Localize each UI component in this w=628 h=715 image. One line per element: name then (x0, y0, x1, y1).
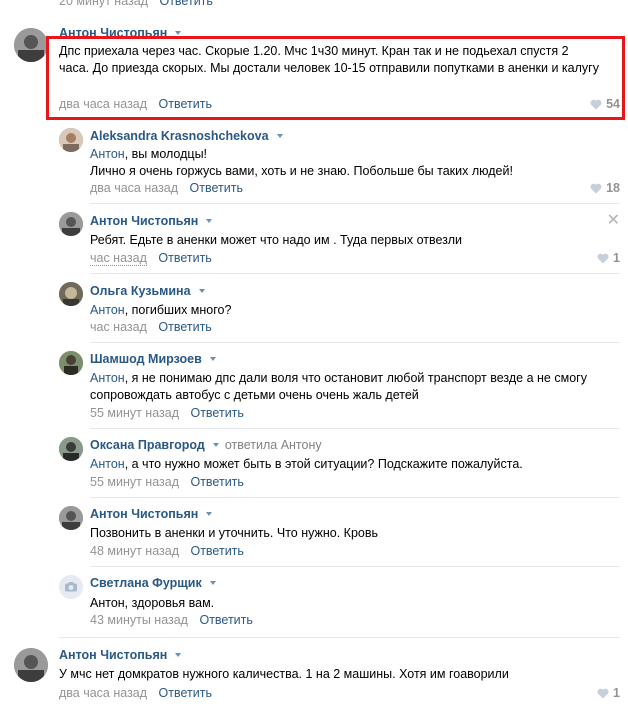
heart-icon (597, 688, 609, 699)
avatar[interactable] (59, 212, 83, 236)
divider (90, 273, 620, 274)
avatar[interactable] (59, 506, 83, 530)
reply-link[interactable]: Ответить (190, 406, 243, 420)
comment-meta: 48 минут назад Ответить (90, 544, 244, 558)
reply-link[interactable]: Ответить (190, 475, 243, 489)
reply-link[interactable]: Ответить (159, 0, 212, 8)
comment-text: Антон, вы молодцы! Лично я очень горжусь… (90, 147, 513, 178)
chevron-down-icon[interactable] (209, 580, 216, 585)
reply-link[interactable]: Ответить (159, 686, 212, 700)
camera-icon (59, 575, 83, 599)
comment-meta: час назад Ответить (90, 320, 212, 334)
divider (90, 566, 620, 567)
comment-time: два часа назад (59, 686, 148, 700)
comment-author[interactable]: Шамшод Мирзоев (90, 352, 216, 366)
highlight-box (46, 36, 625, 120)
comment-author[interactable]: Ольга Кузьмина (90, 284, 205, 298)
avatar[interactable] (59, 282, 83, 306)
chevron-down-icon[interactable] (206, 511, 213, 516)
chevron-down-icon[interactable] (175, 30, 182, 35)
comment-time: 20 минут назад (59, 0, 148, 8)
previous-comment-meta: 20 минут назад Ответить (59, 0, 213, 8)
addressee-link[interactable]: Антон (90, 303, 125, 317)
comment-author[interactable]: Антон Чистопьян (90, 507, 213, 521)
like-count: 1 (613, 686, 620, 700)
reply-link[interactable]: Ответить (158, 251, 211, 265)
comment-time: 43 минуты назад (90, 613, 188, 627)
like-count: 18 (606, 181, 620, 195)
like-count: 1 (613, 251, 620, 265)
heart-icon (597, 253, 609, 264)
comment-author[interactable]: Светлана Фурщик (90, 576, 216, 590)
divider (90, 428, 620, 429)
comment-author[interactable]: Антон Чистопьян (59, 648, 182, 662)
addressee-link[interactable]: Антон (90, 457, 125, 471)
reply-link[interactable]: Ответить (190, 181, 243, 195)
comment-time: два часа назад (90, 181, 179, 195)
chevron-down-icon[interactable] (212, 442, 219, 447)
chevron-down-icon[interactable] (276, 133, 283, 138)
comment-time: 55 минут назад (90, 406, 179, 420)
addressee-link[interactable]: Антон (90, 147, 125, 161)
like-button[interactable]: 1 (597, 251, 620, 265)
comment-time: 48 минут назад (90, 544, 179, 558)
avatar[interactable] (59, 575, 83, 599)
comment-time: час назад (90, 320, 147, 334)
comment-meta: 55 минут назад Ответить (90, 475, 244, 489)
divider (90, 203, 620, 204)
comment-time: 55 минут назад (90, 475, 179, 489)
chevron-down-icon[interactable] (209, 356, 216, 361)
comment-author[interactable]: Антон Чистопьян (90, 214, 213, 228)
comment-meta: два часа назад Ответить (59, 686, 212, 700)
reply-link[interactable]: Ответить (158, 320, 211, 334)
comment-text: Антон, погибших много? (90, 303, 232, 317)
comment-text: Антон, здоровья вам. (90, 596, 215, 610)
comment-text: Антон, я не понимаю дпс дали воля что ос… (90, 371, 587, 402)
avatar[interactable] (59, 351, 83, 375)
addressee-link[interactable]: Антон (90, 371, 125, 385)
avatar[interactable] (59, 437, 83, 461)
like-button[interactable]: 18 (590, 181, 620, 195)
reply-link[interactable]: Ответить (199, 613, 252, 627)
comment-text: Ребят. Едьте в аненки может что надо им … (90, 233, 463, 247)
comment-text: Антон, а что нужно может быть в этой сит… (90, 457, 523, 471)
comment-author[interactable]: Оксана Правгород ответила Антону (90, 438, 322, 452)
like-button[interactable]: 1 (597, 686, 620, 700)
divider (90, 497, 620, 498)
avatar[interactable] (59, 128, 83, 152)
comment-author[interactable]: Aleksandra Krasnoshchekova (90, 129, 283, 143)
avatar[interactable] (14, 648, 48, 682)
comment-meta: два часа назад Ответить (90, 181, 243, 195)
reply-link[interactable]: Ответить (190, 544, 243, 558)
heart-icon (590, 183, 602, 194)
divider (90, 342, 620, 343)
comment-text: У мчс нет домкратов нужного каличества. … (59, 667, 509, 681)
close-icon[interactable]: ✕ (607, 213, 620, 229)
comment-text: Позвонить в аненки и уточнить. Что нужно… (90, 526, 379, 540)
chevron-down-icon[interactable] (175, 652, 182, 657)
comment-time: час назад (90, 251, 147, 266)
comment-meta: 43 минуты назад Ответить (90, 613, 253, 627)
avatar[interactable] (14, 28, 48, 62)
chevron-down-icon[interactable] (198, 288, 205, 293)
comment-meta: час назад Ответить (90, 251, 212, 266)
chevron-down-icon[interactable] (206, 218, 213, 223)
divider (59, 637, 620, 638)
replied-to[interactable]: ответила Антону (225, 438, 322, 452)
comment-meta: 55 минут назад Ответить (90, 406, 244, 420)
